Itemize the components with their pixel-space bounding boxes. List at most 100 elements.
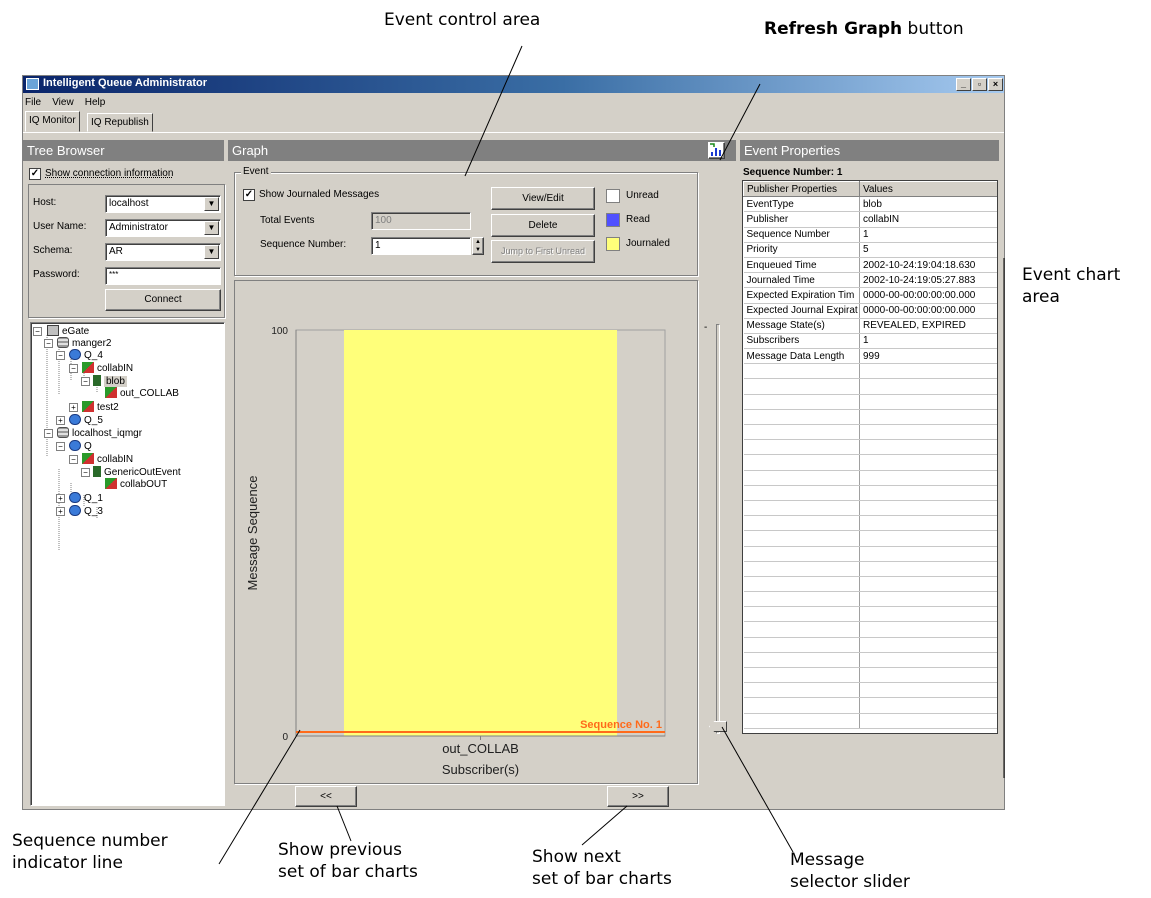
tree-expander[interactable]: −	[44, 429, 53, 438]
empty-table-row	[743, 424, 997, 441]
tree-node-collabout[interactable]: collabOUT	[105, 478, 167, 491]
empty-table-row	[743, 561, 997, 577]
tree-node-out-collab[interactable]: out_COLLAB	[105, 387, 179, 400]
menu-help[interactable]: Help	[85, 97, 106, 108]
tree-expander[interactable]: −	[56, 351, 65, 360]
password-field[interactable]: ***	[105, 267, 221, 285]
property-value-cell	[859, 682, 997, 699]
user-name-combo[interactable]: Administrator ▼	[105, 219, 221, 237]
table-row[interactable]: Priority 5	[743, 242, 997, 258]
tree-expander[interactable]: −	[33, 327, 42, 336]
property-value-cell	[859, 561, 997, 577]
tree-expander[interactable]: −	[69, 455, 78, 464]
message-slider-thumb[interactable]	[709, 721, 727, 732]
tree-expander[interactable]: −	[56, 442, 65, 451]
empty-table-row	[743, 470, 997, 486]
tree-expander[interactable]: +	[56, 416, 65, 425]
table-row[interactable]: Enqueued Time 2002-10-24:19:04:18.630	[743, 257, 997, 274]
close-button[interactable]: ×	[988, 78, 1003, 91]
host-combo[interactable]: localhost ▼	[105, 195, 221, 213]
menu-file[interactable]: File	[25, 97, 41, 108]
view-edit-button[interactable]: View/Edit	[491, 187, 595, 210]
callout-refresh-graph-bold: Refresh Graph	[764, 19, 903, 39]
property-name-cell: Journaled Time	[743, 272, 860, 289]
property-name-cell	[743, 591, 860, 608]
tree-expander[interactable]: +	[56, 494, 65, 503]
table-row[interactable]: Message State(s) REVEALED, EXPIRED	[743, 318, 997, 334]
show-connection-checkbox[interactable]: ✓	[29, 168, 41, 180]
tree-expander[interactable]: +	[56, 507, 65, 516]
property-name-cell	[743, 697, 860, 714]
tree-node-label: test2	[97, 402, 119, 413]
column-header-publisher-properties[interactable]: Publisher Properties	[743, 181, 860, 198]
tab-iq-monitor[interactable]: IQ Monitor	[25, 111, 80, 132]
title-bar[interactable]: Intelligent Queue Administrator _ ▫ ×	[23, 76, 1004, 93]
collaboration-icon	[82, 453, 94, 464]
property-value-cell	[859, 515, 997, 532]
table-row[interactable]: EventType blob	[743, 196, 997, 213]
empty-table-row	[743, 485, 997, 501]
tree-expander[interactable]: −	[81, 468, 90, 477]
tree-expander[interactable]: +	[69, 403, 78, 412]
property-name-cell	[743, 561, 860, 577]
y-tick-label: 100	[271, 326, 288, 337]
show-journaled-checkbox[interactable]: ✓	[243, 189, 255, 201]
tree-view[interactable]: − eGate − manger2 − Q_4 − collabIN − blo…	[30, 322, 225, 806]
table-row[interactable]: Message Data Length 999	[743, 348, 997, 365]
property-value-cell: blob	[859, 196, 997, 213]
menu-view[interactable]: View	[52, 97, 74, 108]
tree-node-q5[interactable]: Q_5	[69, 414, 103, 427]
tree-expander[interactable]: −	[81, 377, 90, 386]
tree-expander[interactable]: −	[69, 364, 78, 373]
message-slider-track[interactable]	[716, 324, 720, 734]
event-properties-header: Event Properties	[740, 140, 999, 161]
chevron-down-icon[interactable]: ▼	[204, 221, 219, 235]
tree-node-label: collabIN	[97, 363, 134, 374]
tree-node-collabin[interactable]: collabIN	[82, 362, 133, 375]
table-row[interactable]: Expected Expiration Tim 0000-00-00:00:00:…	[743, 287, 997, 304]
chevron-down-icon[interactable]: ▼	[204, 245, 219, 259]
graph-header: Graph	[228, 140, 736, 161]
column-header-values[interactable]: Values	[859, 181, 997, 198]
table-row[interactable]: Journaled Time 2002-10-24:19:05:27.883	[743, 272, 997, 289]
table-row[interactable]: Expected Journal Expirat 0000-00-00:00:00…	[743, 303, 997, 319]
bar-chart-icon	[710, 143, 721, 156]
tree-node-q4[interactable]: Q_4	[69, 349, 103, 362]
show-connection-label[interactable]: Show connection information	[45, 168, 173, 179]
empty-table-row	[743, 652, 997, 669]
maximize-button[interactable]: ▫	[972, 78, 987, 91]
tree-expander[interactable]: −	[44, 339, 53, 348]
event-properties-table[interactable]: Publisher Properties Values EventType blo…	[742, 180, 998, 734]
previous-charts-button[interactable]: <<	[295, 786, 357, 807]
tree-node-q3[interactable]: Q_3	[69, 505, 103, 518]
sequence-spinner[interactable]: ▲ ▼	[472, 237, 484, 255]
delete-button[interactable]: Delete	[491, 214, 595, 237]
property-name-cell	[743, 637, 860, 653]
tree-node-localhost-iqmgr[interactable]: localhost_iqmgr	[57, 427, 142, 440]
table-row[interactable]: Sequence Number 1	[743, 227, 997, 243]
callout-slider: Message selector slider	[790, 849, 910, 893]
table-row[interactable]: Publisher collabIN	[743, 211, 997, 228]
refresh-graph-button[interactable]	[708, 142, 725, 159]
collaboration-icon	[105, 387, 117, 398]
queue-icon	[69, 414, 81, 425]
sequence-number-field[interactable]: 1	[371, 237, 471, 255]
property-name-cell	[743, 682, 860, 699]
queue-icon	[69, 349, 81, 360]
tree-node-label: GenericOutEvent	[104, 467, 181, 478]
tree-node-q[interactable]: Q	[69, 440, 92, 453]
minimize-button[interactable]: _	[956, 78, 971, 91]
table-row[interactable]: Subscribers 1	[743, 333, 997, 350]
chevron-down-icon[interactable]: ▼	[204, 197, 219, 211]
next-charts-button[interactable]: >>	[607, 786, 669, 807]
empty-table-row	[743, 682, 997, 699]
tab-iq-republish[interactable]: IQ Republish	[87, 113, 153, 132]
tree-node-collabin-2[interactable]: collabIN	[82, 453, 133, 466]
tab-divider	[23, 132, 1004, 134]
connect-button[interactable]: Connect	[105, 289, 221, 311]
schema-combo[interactable]: AR ▼	[105, 243, 221, 261]
tree-node-label: Q	[84, 441, 92, 452]
tree-node-q1[interactable]: Q_1	[69, 492, 103, 505]
show-journaled-label[interactable]: Show Journaled Messages	[259, 189, 379, 200]
tree-node-test2[interactable]: test2	[82, 401, 119, 414]
